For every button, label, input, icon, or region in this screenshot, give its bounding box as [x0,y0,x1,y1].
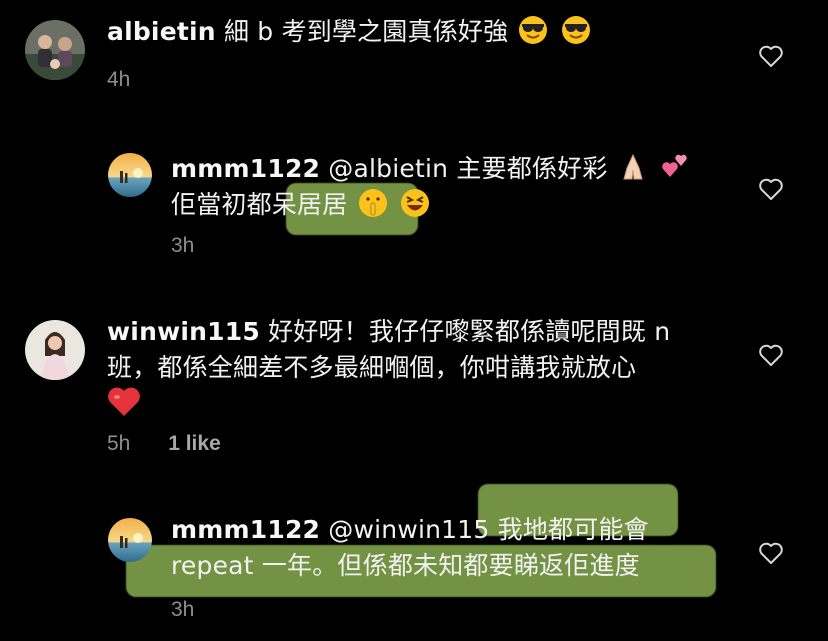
comment-body-line1: 我地都可能會 [497,515,649,544]
comment-meta: 3h [171,234,194,258]
timestamp: 5h [107,432,131,455]
red-heart-icon [107,386,141,418]
shushing-face-icon [358,188,388,218]
two-hearts-icon [660,152,690,182]
likes-count[interactable]: 1 like [168,432,221,455]
comment-body-line2-a: 佢當初都 [171,190,272,219]
avatar[interactable] [108,518,152,562]
comment-meta: 5h 1 like [107,432,221,456]
grinning-squinting-face-icon [400,188,430,218]
comment-meta: 3h [171,598,194,622]
mention-link[interactable]: @winwin115 [328,515,489,544]
username[interactable]: mmm1122 [171,154,320,183]
avatar-photo-icon [25,320,85,380]
comment-body-line2: repeat 一年。但係都未知都要睇返佢進度 [171,551,640,580]
reply-mmm1122-2: mmm1122 @winwin115 我地都可能會 repeat 一年。但係都未… [0,0,828,621]
comments-screen: albietin 細 b 考到學之園真係好強 4h mmm1122 @albie… [0,0,828,641]
username[interactable]: mmm1122 [171,515,320,544]
username[interactable]: winwin115 [107,317,260,346]
like-heart-icon[interactable] [758,343,784,367]
avatar[interactable] [108,153,152,197]
comment-body-line1: 主要都係好彩 [456,154,608,183]
comment-body-line2-b: 呆居居 [271,190,348,219]
avatar-photo-icon [108,518,152,562]
comment-text: mmm1122 @albietin 主要都係好彩 佢當初都呆居居 [171,151,828,223]
comment-text: winwin115 好好呀！我仔仔嚟緊都係讀呢間既 n 班，都係全細差不多最細嗰… [107,314,670,418]
comment-text: mmm1122 @winwin115 我地都可能會 repeat 一年。但係都未… [171,512,828,584]
timestamp: 3h [171,598,195,621]
avatar-photo-icon [108,153,152,197]
mention-link[interactable]: @albietin [328,154,448,183]
timestamp: 3h [171,234,195,257]
comment-body-line1: 好好呀！我仔仔嚟緊都係讀呢間既 n [268,317,671,346]
avatar[interactable] [25,320,85,380]
comment-body-line2: 班，都係全細差不多最細嗰個，你咁講我就放心 [107,353,637,382]
folded-hands-icon [618,152,648,182]
